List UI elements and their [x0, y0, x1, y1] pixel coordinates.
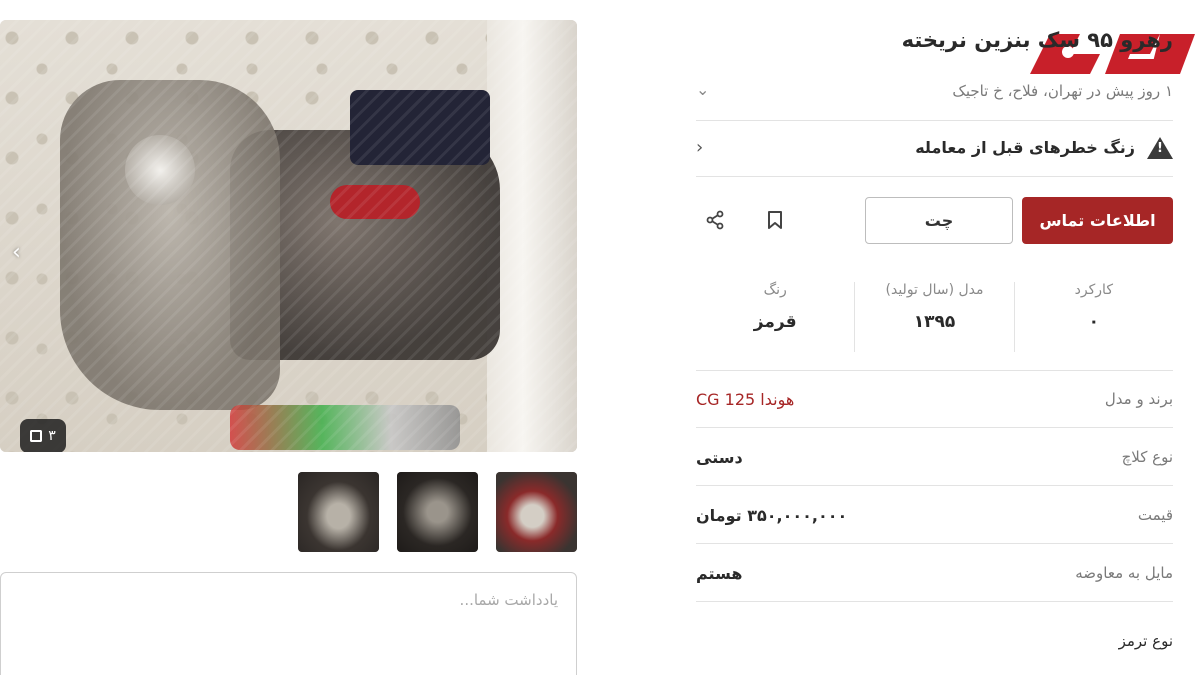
warning-label: زنگ خطرهای قبل از معامله: [915, 137, 1135, 157]
photo-count-label: ۳: [48, 428, 56, 444]
spec-value: ۰: [1088, 312, 1100, 332]
share-icon[interactable]: [700, 205, 730, 235]
contact-info-button[interactable]: اطلاعات تماس: [1022, 197, 1173, 244]
thumbnail-2[interactable]: [397, 472, 478, 552]
fullscreen-icon: [30, 430, 43, 442]
spec-summary: کارکرد ۰ مدل (سال تولید) ۱۳۹۵ رنگ قرمز: [696, 282, 1173, 352]
thumbnail-1[interactable]: [298, 472, 379, 552]
note-input[interactable]: [1, 573, 576, 675]
warning-triangle-icon: [1147, 135, 1173, 159]
prev-photo-arrow[interactable]: ‹: [12, 240, 21, 265]
chevron-down-icon[interactable]: ⌄: [696, 80, 709, 99]
detail-row-clutch: نوع کلاچ دستی: [696, 429, 1173, 486]
spec-label: رنگ: [763, 282, 787, 298]
detail-label: قیمت: [1137, 506, 1173, 524]
warning-row[interactable]: زنگ خطرهای قبل از معامله ‹: [696, 130, 1173, 164]
detail-label: نوع کلاچ: [1121, 448, 1173, 466]
ad-title: رهرو ۹۵ سک بنزین نریخته: [901, 28, 1173, 52]
detail-row-exchange: مایل به معاوضه هستم: [696, 545, 1173, 602]
spec-label: کارکرد: [1074, 282, 1113, 298]
photo-count-button[interactable]: ۳: [20, 419, 66, 452]
divider: [696, 176, 1173, 177]
thumbnail-3[interactable]: [496, 472, 577, 552]
spec-model-year: مدل (سال تولید) ۱۳۹۵: [855, 282, 1015, 352]
ad-subtitle: ۱ روز پیش در تهران، فلاح، خ تاجیک: [952, 82, 1173, 100]
detail-row-brake: نوع ترمز: [696, 612, 1173, 669]
price-value: ۳۵۰,۰۰۰,۰۰۰ تومان: [696, 505, 848, 525]
spec-color: رنگ قرمز: [696, 282, 856, 352]
spec-value: قرمز: [753, 312, 797, 332]
bookmark-icon[interactable]: [760, 205, 790, 235]
divider: [696, 120, 1173, 121]
brand-model-link[interactable]: هوندا CG 125: [696, 390, 794, 409]
detail-label: نوع ترمز: [1118, 631, 1173, 650]
note-box[interactable]: [0, 572, 577, 675]
detail-row-price: قیمت ۳۵۰,۰۰۰,۰۰۰ تومان: [696, 487, 1173, 544]
chevron-left-icon: ‹: [696, 136, 704, 158]
detail-label: برند و مدل: [1104, 390, 1173, 408]
spec-value: ۱۳۹۵: [913, 312, 956, 332]
chat-button[interactable]: چت: [865, 197, 1013, 244]
detail-value: هستم: [696, 563, 743, 583]
spec-label: مدل (سال تولید): [885, 282, 984, 298]
detail-value: دستی: [696, 447, 743, 467]
photo-plastic-wrap: [0, 20, 577, 452]
detail-row-brand: برند و مدل هوندا CG 125: [696, 371, 1173, 428]
spec-mileage: کارکرد ۰: [1015, 282, 1173, 352]
main-photo[interactable]: ‹ ۳: [0, 20, 577, 452]
detail-label: مایل به معاوضه: [1075, 564, 1173, 582]
